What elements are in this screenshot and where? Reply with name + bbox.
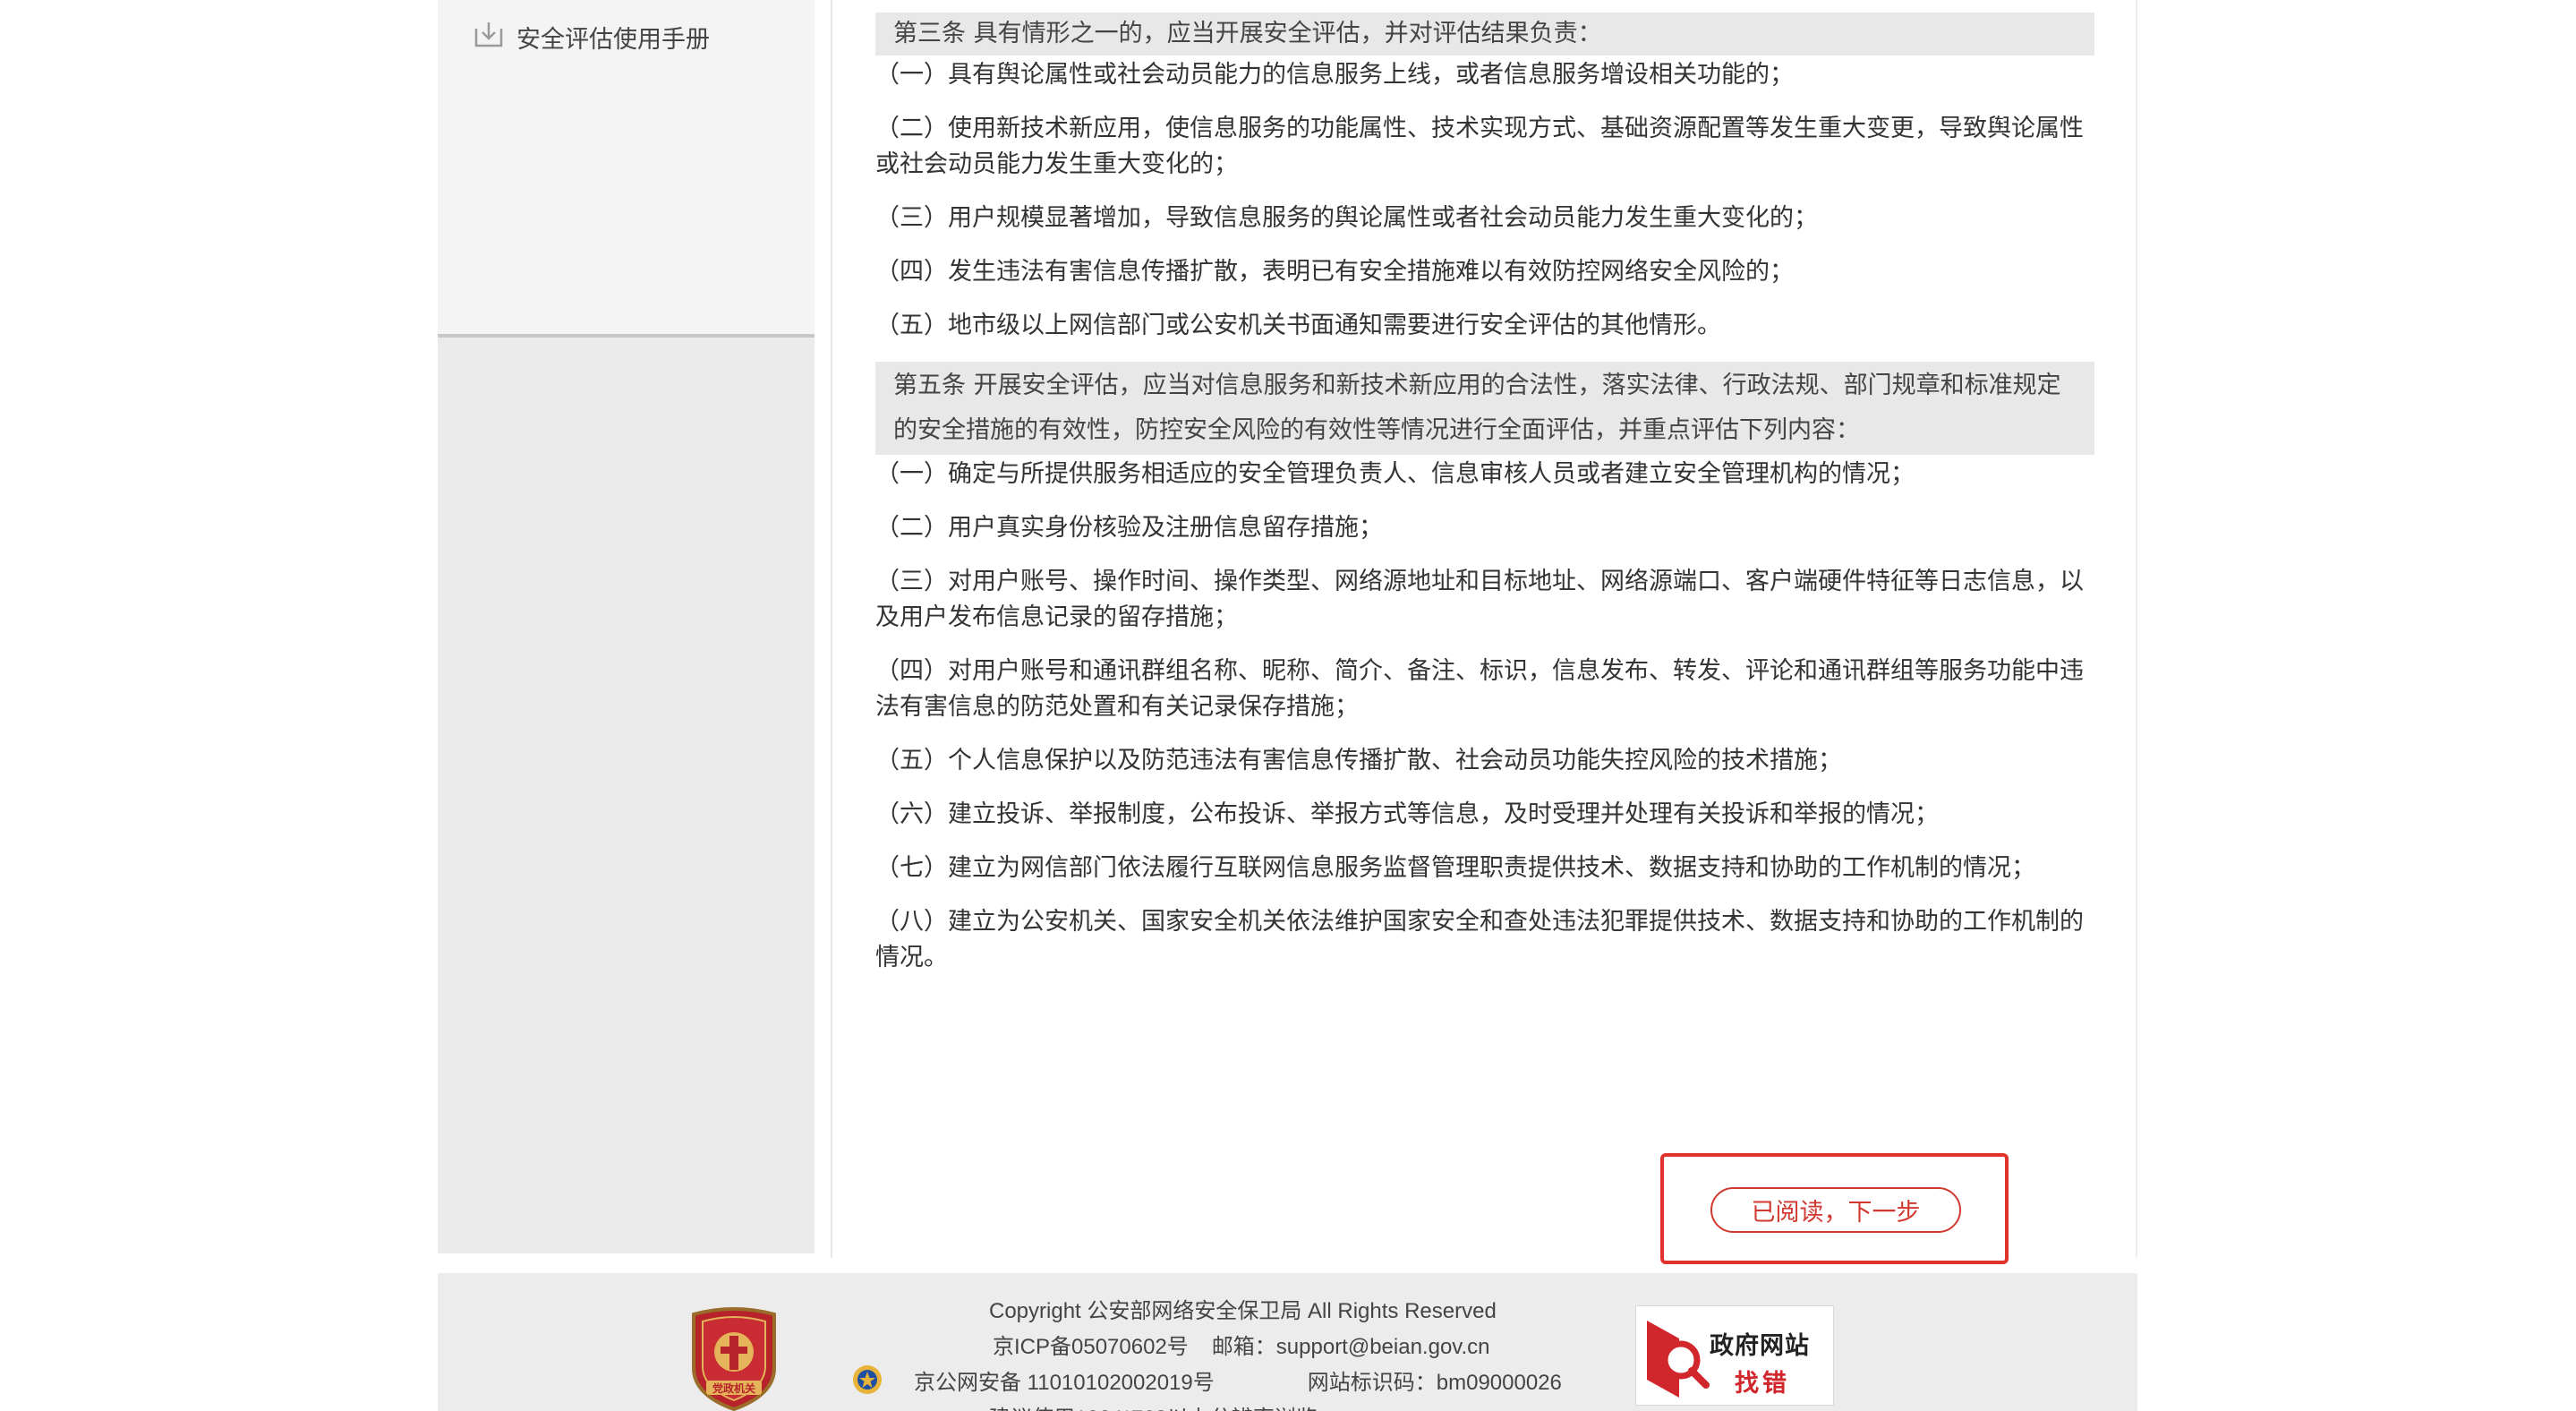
section-3-item-2: （二）使用新技术新应用，使信息服务的功能属性、技术实现方式、基础资源配置等发生重… [875,115,2084,178]
footer-email[interactable]: support@beian.gov.cn [1276,1335,1490,1359]
footer-site-id: bm09000026 [1436,1371,1562,1395]
section-5-item-7: （七）建立为网信部门依法履行互联网信息服务监督管理职责提供技术、数据支持和协助的… [875,854,2035,882]
section-5-item-8: （八）建立为公安机关、国家安全机关依法维护国家安全和查处违法犯罪提供技术、数据支… [875,908,2084,971]
footer-resolution-note: 建议使用1024*768以上分辨率浏览 [989,1400,1318,1411]
sidebar-menu: 安全评估使用手册 [438,0,815,335]
download-icon [473,20,516,55]
gov-website-error-badge[interactable]: 政府网站 找错 [1635,1305,1834,1406]
section-3-item-4: （四）发生违法有害信息传播扩散，表明已有安全措施难以有效防控网络安全风险的； [875,258,1794,286]
footer-police-record[interactable]: 京公网安备 11010102002019号 [914,1371,1215,1395]
section-3-title: 第三条 具有情形之一的，应当开展安全评估，并对评估结果负责： [875,13,2094,56]
page: 安全评估使用手册 第三条 具有情形之一的，应当开展安全评估，并对评估结果负责： … [0,0,2576,1411]
section-5-item-2: （二）用户真实身份核验及注册信息留存措施； [875,514,1383,542]
party-government-badge[interactable]: 党政机关 [687,1305,781,1411]
footer-police-line: 京公网安备 11010102002019号 网站标识码：bm09000026 [914,1364,1562,1396]
footer-site-id-label: 网站标识码： [1307,1371,1437,1395]
svg-text:党政机关: 党政机关 [712,1381,755,1395]
footer-icp: 京ICP备05070602号 邮箱：support@beian.gov.cn [993,1329,1490,1360]
section-5-item-1: （一）确定与所提供服务相适应的安全管理负责人、信息审核人员或者建立安全管理机构的… [875,460,1915,488]
next-step-button[interactable]: 已阅读，下一步 [1710,1187,1961,1233]
article-content: 第三条 具有情形之一的，应当开展安全评估，并对评估结果负责： （一）具有舆论属性… [875,0,2094,976]
section-5-item-4: （四）对用户账号和通讯群组名称、昵称、简介、备注、标识，信息发布、转发、评论和通… [875,657,2084,721]
section-3-item-1: （一）具有舆论属性或社会动员能力的信息服务上线，或者信息服务增设相关功能的； [875,61,1794,89]
section-5-item-5: （五）个人信息保护以及防范违法有害信息传播扩散、社会动员功能失控风险的技术措施； [875,747,1842,774]
gov-badge-title: 政府网站 [1710,1332,1810,1360]
section-3-item-3: （三）用户规模显著增加，导致信息服务的舆论属性或者社会动员能力发生重大变化的； [875,204,1818,232]
manual-link-label: 安全评估使用手册 [516,26,710,54]
section-3-item-5: （五）地市级以上网信部门或公安机关书面通知需要进行安全评估的其他情形。 [875,312,1721,339]
section-5-item-3: （三）对用户账号、操作时间、操作类型、网络源地址和目标地址、网络源端口、客户端硬… [875,568,2084,631]
sidebar-empty-area [438,338,815,1253]
footer-icp-number[interactable]: 京ICP备05070602号 [993,1335,1189,1359]
section-5-item-6: （六）建立投诉、举报制度，公布投诉、举报方式等信息，及时受理并处理有关投诉和举报… [875,800,1939,828]
gov-badge-subtitle: 找错 [1735,1370,1790,1398]
section-5-title: 第五条 开展安全评估，应当对信息服务和新技术新应用的合法性，落实法律、行政法规、… [875,362,2094,455]
footer-email-label: 邮箱： [1211,1335,1276,1359]
sidebar: 安全评估使用手册 [438,0,815,1253]
police-emblem-icon [851,1363,883,1397]
manual-download-link[interactable]: 安全评估使用手册 [473,20,710,55]
content-border-right [2136,0,2137,1258]
footer: 党政机关 Copyright 公安部网络安全保卫局 All Rights Res… [438,1273,2137,1411]
footer-copyright: Copyright 公安部网络安全保卫局 All Rights Reserved [989,1299,1497,1323]
content-border-left [831,0,832,1258]
